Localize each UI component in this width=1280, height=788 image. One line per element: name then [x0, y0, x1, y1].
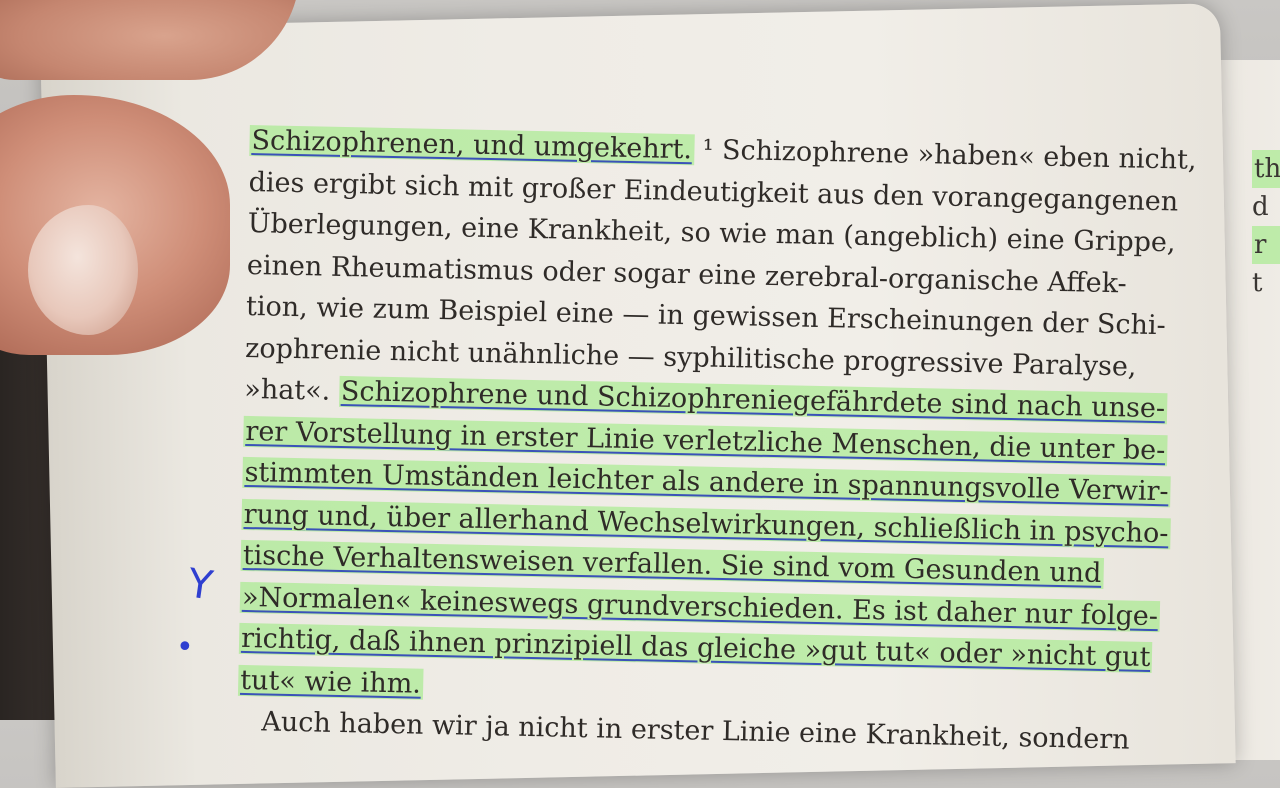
book-text: Schizophrenen, und umgekehrt. ¹ Schizoph… [237, 120, 1197, 762]
right-page-text: th d r t [1252, 150, 1280, 302]
thumbnail [28, 205, 138, 335]
right-fragment-3: r [1252, 226, 1280, 264]
margin-mark-dot: • [176, 630, 194, 665]
highlighted-text: tut« wie ihm. [237, 664, 424, 700]
highlighted-text: Schizophrenen, und umgekehrt. [249, 124, 695, 166]
right-fragment-1: th [1252, 150, 1280, 188]
right-fragment-2: d [1252, 192, 1269, 222]
right-fragment-4: t [1252, 268, 1263, 298]
